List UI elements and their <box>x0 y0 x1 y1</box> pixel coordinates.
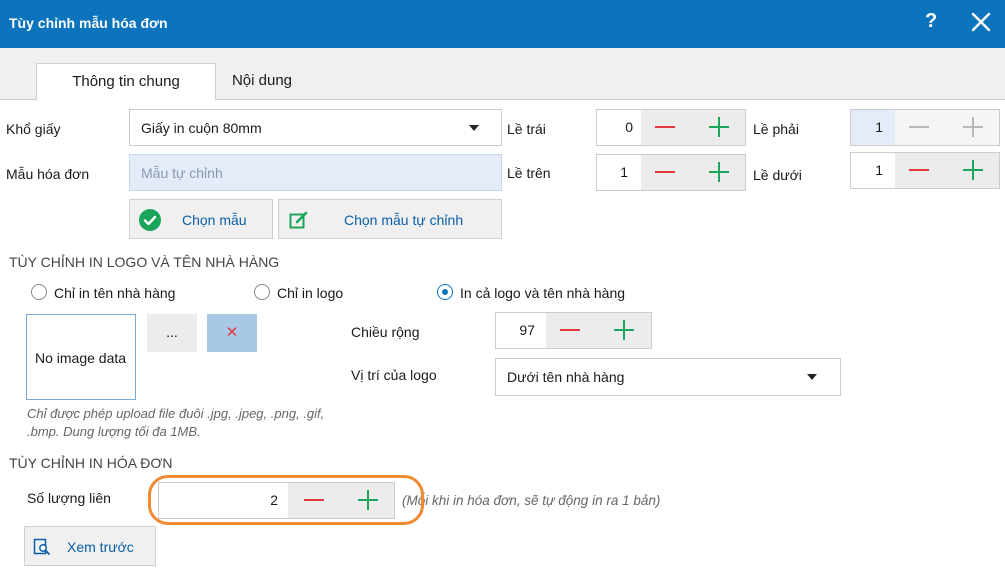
copies-label: Số lượng liên <box>27 490 111 506</box>
tab-general-info[interactable]: Thông tin chung <box>36 63 216 101</box>
edit-icon <box>289 211 308 229</box>
upload-note-line1: Chỉ được phép upload file đuôi .jpg, .jp… <box>27 406 325 421</box>
margin-bottom-value[interactable]: 1 <box>851 153 883 188</box>
choose-template-label: Chọn mẫu <box>182 212 247 228</box>
minus-icon[interactable] <box>895 110 943 145</box>
plus-icon[interactable] <box>695 155 743 190</box>
preview-icon <box>33 538 50 555</box>
margin-top-stepper: 1 <box>596 154 746 191</box>
plus-icon[interactable] <box>949 153 997 188</box>
plus-icon[interactable] <box>695 110 743 145</box>
chevron-down-icon <box>807 374 817 380</box>
margin-right-value[interactable]: 1 <box>851 110 895 145</box>
plus-icon[interactable] <box>344 483 392 518</box>
preview-label: Xem trước <box>67 539 134 555</box>
invoice-template-placeholder: Mẫu tự chỉnh <box>141 165 223 181</box>
margin-left-label: Lề trái <box>507 121 546 137</box>
remove-image-button[interactable]: ✕ <box>207 314 257 352</box>
radio-logo-and-name[interactable] <box>437 284 453 300</box>
upload-note-line2: .bmp. Dung lượng tối đa 1MB. <box>27 424 201 439</box>
invoice-section-title: TÙY CHỈNH IN HÓA ĐƠN <box>9 455 173 471</box>
minus-icon[interactable] <box>641 110 689 145</box>
logo-position-select[interactable]: Dưới tên nhà hàng <box>495 358 841 396</box>
paper-size-select[interactable]: Giấy in cuộn 80mm <box>129 109 502 146</box>
title-bar: Tùy chỉnh mẫu hóa đơn ? <box>0 0 1005 48</box>
choose-custom-template-label: Chọn mẫu tự chỉnh <box>344 212 464 228</box>
invoice-template-input[interactable]: Mẫu tự chỉnh <box>129 154 502 191</box>
radio-name-only[interactable] <box>31 284 47 300</box>
plus-icon[interactable] <box>949 110 997 145</box>
radio-logo-only-label: Chỉ in logo <box>277 285 344 301</box>
logo-position-value: Dưới tên nhà hàng <box>507 369 625 385</box>
margin-bottom-stepper: 1 <box>850 152 1000 189</box>
help-icon[interactable]: ? <box>925 10 937 33</box>
close-icon[interactable] <box>970 11 992 33</box>
logo-width-stepper: 97 <box>495 312 652 349</box>
minus-icon[interactable] <box>290 483 338 518</box>
tab-content[interactable]: Nội dung <box>216 63 308 100</box>
copies-value[interactable]: 2 <box>159 483 278 518</box>
browse-image-button[interactable]: ... <box>147 314 197 352</box>
copies-note: (Mỗi khi in hóa đơn, sẽ tự động in ra 1 … <box>402 493 661 508</box>
check-circle-icon <box>139 209 161 231</box>
logo-image-box[interactable]: No image data <box>26 314 136 400</box>
preview-button[interactable]: Xem trước <box>24 526 156 566</box>
window-title: Tùy chỉnh mẫu hóa đơn <box>9 15 168 31</box>
invoice-template-label: Mẫu hóa đơn <box>6 166 90 182</box>
no-image-text: No image data <box>35 350 127 366</box>
margin-right-stepper: 1 <box>850 109 1000 146</box>
margin-left-stepper: 0 <box>596 109 746 146</box>
radio-logo-only[interactable] <box>254 284 270 300</box>
chevron-down-icon <box>469 125 479 131</box>
minus-icon[interactable] <box>641 155 689 190</box>
plus-icon[interactable] <box>600 313 648 348</box>
logo-position-label: Vị trí của logo <box>351 367 437 383</box>
margin-bottom-label: Lề dưới <box>753 167 802 183</box>
margin-top-label: Lề trên <box>507 165 551 181</box>
choose-custom-template-button[interactable]: Chọn mẫu tự chỉnh <box>278 199 502 239</box>
radio-logo-and-name-label: In cả logo và tên nhà hàng <box>460 285 626 301</box>
tab-strip: Thông tin chung Nội dung <box>0 48 1005 101</box>
logo-width-label: Chiều rộng <box>351 324 420 340</box>
margin-left-value[interactable]: 0 <box>597 110 633 145</box>
copies-stepper: 2 <box>158 482 395 519</box>
paper-size-label: Khổ giấy <box>6 121 61 137</box>
margin-right-label: Lề phải <box>753 121 799 137</box>
logo-section-title: TÙY CHỈNH IN LOGO VÀ TÊN NHÀ HÀNG <box>9 254 280 270</box>
minus-icon[interactable] <box>895 153 943 188</box>
radio-name-only-label: Chỉ in tên nhà hàng <box>54 285 176 301</box>
logo-width-value[interactable]: 97 <box>496 313 535 348</box>
paper-size-value: Giấy in cuộn 80mm <box>141 120 262 136</box>
minus-icon[interactable] <box>546 313 594 348</box>
margin-top-value[interactable]: 1 <box>597 155 628 190</box>
choose-template-button[interactable]: Chọn mẫu <box>129 199 273 239</box>
